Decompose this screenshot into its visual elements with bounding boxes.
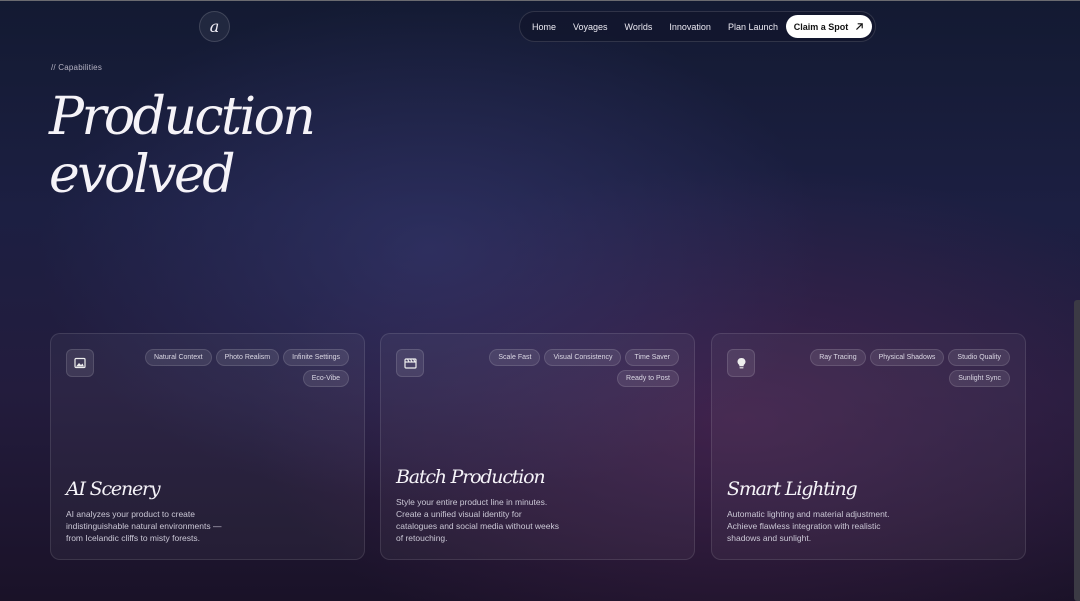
feature-card-batch-production[interactable]: Scale Fast Visual Consistency Time Saver…	[380, 333, 695, 560]
card-body: Batch Production Style your entire produ…	[396, 466, 679, 544]
feature-card-ai-scenery[interactable]: Natural Context Photo Realism Infinite S…	[50, 333, 365, 560]
tag-sunlight-sync[interactable]: Sunlight Sync	[949, 370, 1010, 387]
tag-photo-realism[interactable]: Photo Realism	[215, 349, 280, 366]
tag-studio-quality[interactable]: Studio Quality	[948, 349, 1010, 366]
nav-link-home[interactable]: Home	[532, 22, 556, 32]
tag-list: Natural Context Photo Realism Infinite S…	[144, 349, 349, 387]
card-title: Batch Production	[396, 466, 546, 488]
card-title: Smart Lighting	[727, 478, 858, 500]
logo-letter: a	[209, 17, 220, 36]
tag-infinite-settings[interactable]: Infinite Settings	[283, 349, 349, 366]
page-scrollbar[interactable]	[1074, 300, 1080, 601]
tag-list: Scale Fast Visual Consistency Time Saver…	[474, 349, 679, 387]
tag-list: Ray Tracing Physical Shadows Studio Qual…	[805, 349, 1010, 387]
arrow-up-right-icon	[856, 23, 864, 30]
page-title-line-2: evolved	[49, 145, 236, 205]
tag-time-saver[interactable]: Time Saver	[625, 349, 679, 366]
nav-link-plan-launch[interactable]: Plan Launch	[728, 22, 778, 32]
card-description: AI analyzes your product to create indis…	[66, 509, 222, 543]
section-eyebrow: // Capabilities	[51, 63, 103, 72]
tag-physical-shadows[interactable]: Physical Shadows	[869, 349, 945, 366]
tag-scale-fast[interactable]: Scale Fast	[489, 349, 541, 366]
tag-natural-context[interactable]: Natural Context	[144, 349, 212, 366]
main-nav: Home Voyages Worlds Innovation Plan Laun…	[519, 11, 876, 42]
nav-link-worlds[interactable]: Worlds	[625, 22, 653, 32]
tag-visual-consistency[interactable]: Visual Consistency	[544, 349, 622, 366]
card-title: AI Scenery	[66, 478, 161, 500]
image-icon	[66, 349, 94, 377]
card-body: Smart Lighting Automatic lighting and ma…	[727, 478, 1010, 544]
feature-card-smart-lighting[interactable]: Ray Tracing Physical Shadows Studio Qual…	[711, 333, 1026, 560]
card-description: Automatic lighting and material adjustme…	[727, 509, 890, 543]
tag-ready-to-post[interactable]: Ready to Post	[617, 370, 679, 387]
tag-eco-vibe[interactable]: Eco-Vibe	[302, 370, 349, 387]
claim-spot-label: Claim a Spot	[793, 21, 849, 32]
claim-spot-button[interactable]: Claim a Spot	[786, 15, 872, 38]
window-top-border	[0, 0, 1080, 1]
brand-logo[interactable]: a	[199, 11, 230, 42]
clapperboard-icon	[396, 349, 424, 377]
tag-ray-tracing[interactable]: Ray Tracing	[810, 349, 866, 366]
nav-link-innovation[interactable]: Innovation	[669, 22, 711, 32]
page-title: Production evolved	[49, 88, 449, 204]
card-body: AI Scenery AI analyzes your product to c…	[66, 478, 349, 544]
card-description: Style your entire product line in minute…	[396, 497, 560, 543]
lightbulb-icon	[727, 349, 755, 377]
page-title-line-1: Production	[49, 87, 316, 147]
nav-link-voyages[interactable]: Voyages	[573, 22, 608, 32]
